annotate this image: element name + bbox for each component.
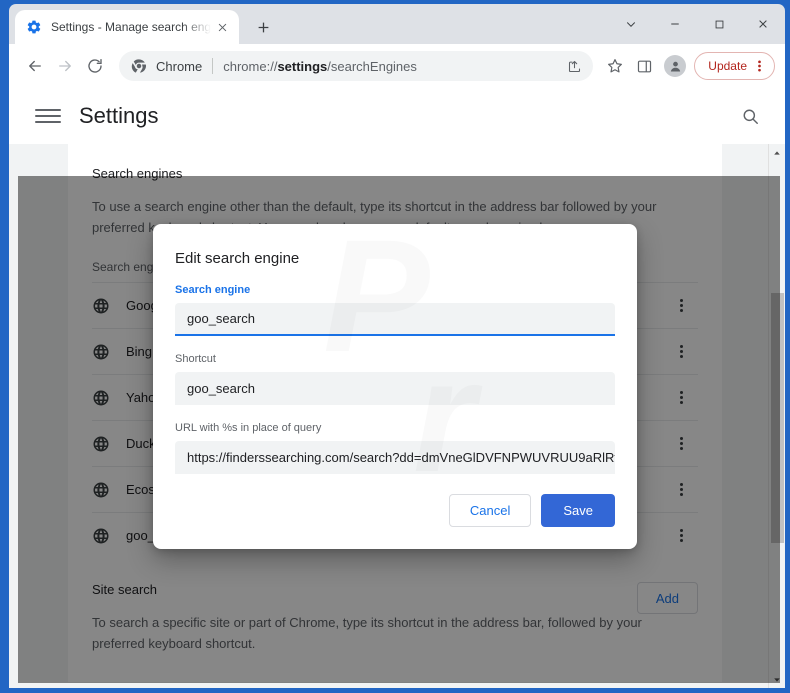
profile-avatar-icon[interactable] xyxy=(661,52,689,80)
url-text: chrome://settings/searchEngines xyxy=(223,59,555,74)
chevron-down-icon[interactable] xyxy=(609,8,653,40)
maximize-icon[interactable] xyxy=(697,8,741,40)
share-icon[interactable] xyxy=(561,53,587,79)
dialog-actions: Cancel Save xyxy=(448,494,615,527)
tab-settings[interactable]: Settings - Manage search engines xyxy=(15,10,239,44)
cancel-button[interactable]: Cancel xyxy=(448,494,532,527)
browser-window: Settings - Manage search engines xyxy=(0,0,790,693)
close-icon[interactable] xyxy=(213,18,231,36)
scroll-up-arrow-icon[interactable] xyxy=(769,144,786,161)
url-field-group: URL with %s in place of query https://fi… xyxy=(175,422,615,474)
search-engine-input[interactable]: goo_search xyxy=(175,303,615,336)
minimize-icon[interactable] xyxy=(653,8,697,40)
new-tab-button[interactable] xyxy=(249,13,277,41)
star-icon[interactable] xyxy=(601,52,629,80)
url-input[interactable]: https://finderssearching.com/search?dd=d… xyxy=(175,441,615,474)
shortcut-label: Shortcut xyxy=(175,353,216,365)
hamburger-menu-icon[interactable] xyxy=(35,103,61,129)
address-bar[interactable]: Chrome chrome://settings/searchEngines xyxy=(119,51,594,81)
page-title: Settings xyxy=(79,103,159,128)
edit-search-engine-dialog: P r Edit search engine Search engine goo… xyxy=(153,224,637,549)
url-prefix: chrome:// xyxy=(223,58,278,74)
omnibox-actions xyxy=(561,53,587,79)
brand-label: Chrome xyxy=(156,58,203,74)
window-controls xyxy=(609,4,785,44)
search-engine-field-group: Search engine goo_search xyxy=(175,284,615,336)
avatar xyxy=(664,55,687,77)
url-bold: settings xyxy=(277,58,328,74)
forward-arrow-icon[interactable] xyxy=(51,52,79,80)
search-engine-label: Search engine xyxy=(175,284,251,296)
shortcut-field-group: Shortcut goo_search xyxy=(175,353,615,405)
close-icon[interactable] xyxy=(741,8,785,40)
url-label: URL with %s in place of query xyxy=(175,422,322,434)
watermark-decoration: r xyxy=(413,324,467,508)
update-button[interactable]: Update xyxy=(694,52,775,80)
omnibox-divider xyxy=(212,58,214,74)
search-icon[interactable] xyxy=(735,101,765,131)
save-button[interactable]: Save xyxy=(541,494,615,527)
shortcut-input[interactable]: goo_search xyxy=(175,372,615,405)
tab-title: Settings - Manage search engines xyxy=(51,20,211,34)
browser-toolbar: Chrome chrome://settings/searchEngines U… xyxy=(9,44,785,88)
toolbar-right-actions: Update xyxy=(601,52,777,80)
settings-header: Settings xyxy=(9,88,785,144)
tab-strip: Settings - Manage search engines xyxy=(9,4,785,44)
gear-icon xyxy=(26,19,42,35)
three-dot-menu-icon[interactable] xyxy=(750,55,768,77)
back-arrow-icon[interactable] xyxy=(21,52,49,80)
chrome-logo-icon xyxy=(131,58,147,74)
reload-icon[interactable] xyxy=(81,52,109,80)
side-panel-icon[interactable] xyxy=(630,52,658,80)
url-suffix: /searchEngines xyxy=(327,58,417,74)
dialog-title: Edit search engine xyxy=(175,250,300,267)
update-label: Update xyxy=(708,59,747,73)
